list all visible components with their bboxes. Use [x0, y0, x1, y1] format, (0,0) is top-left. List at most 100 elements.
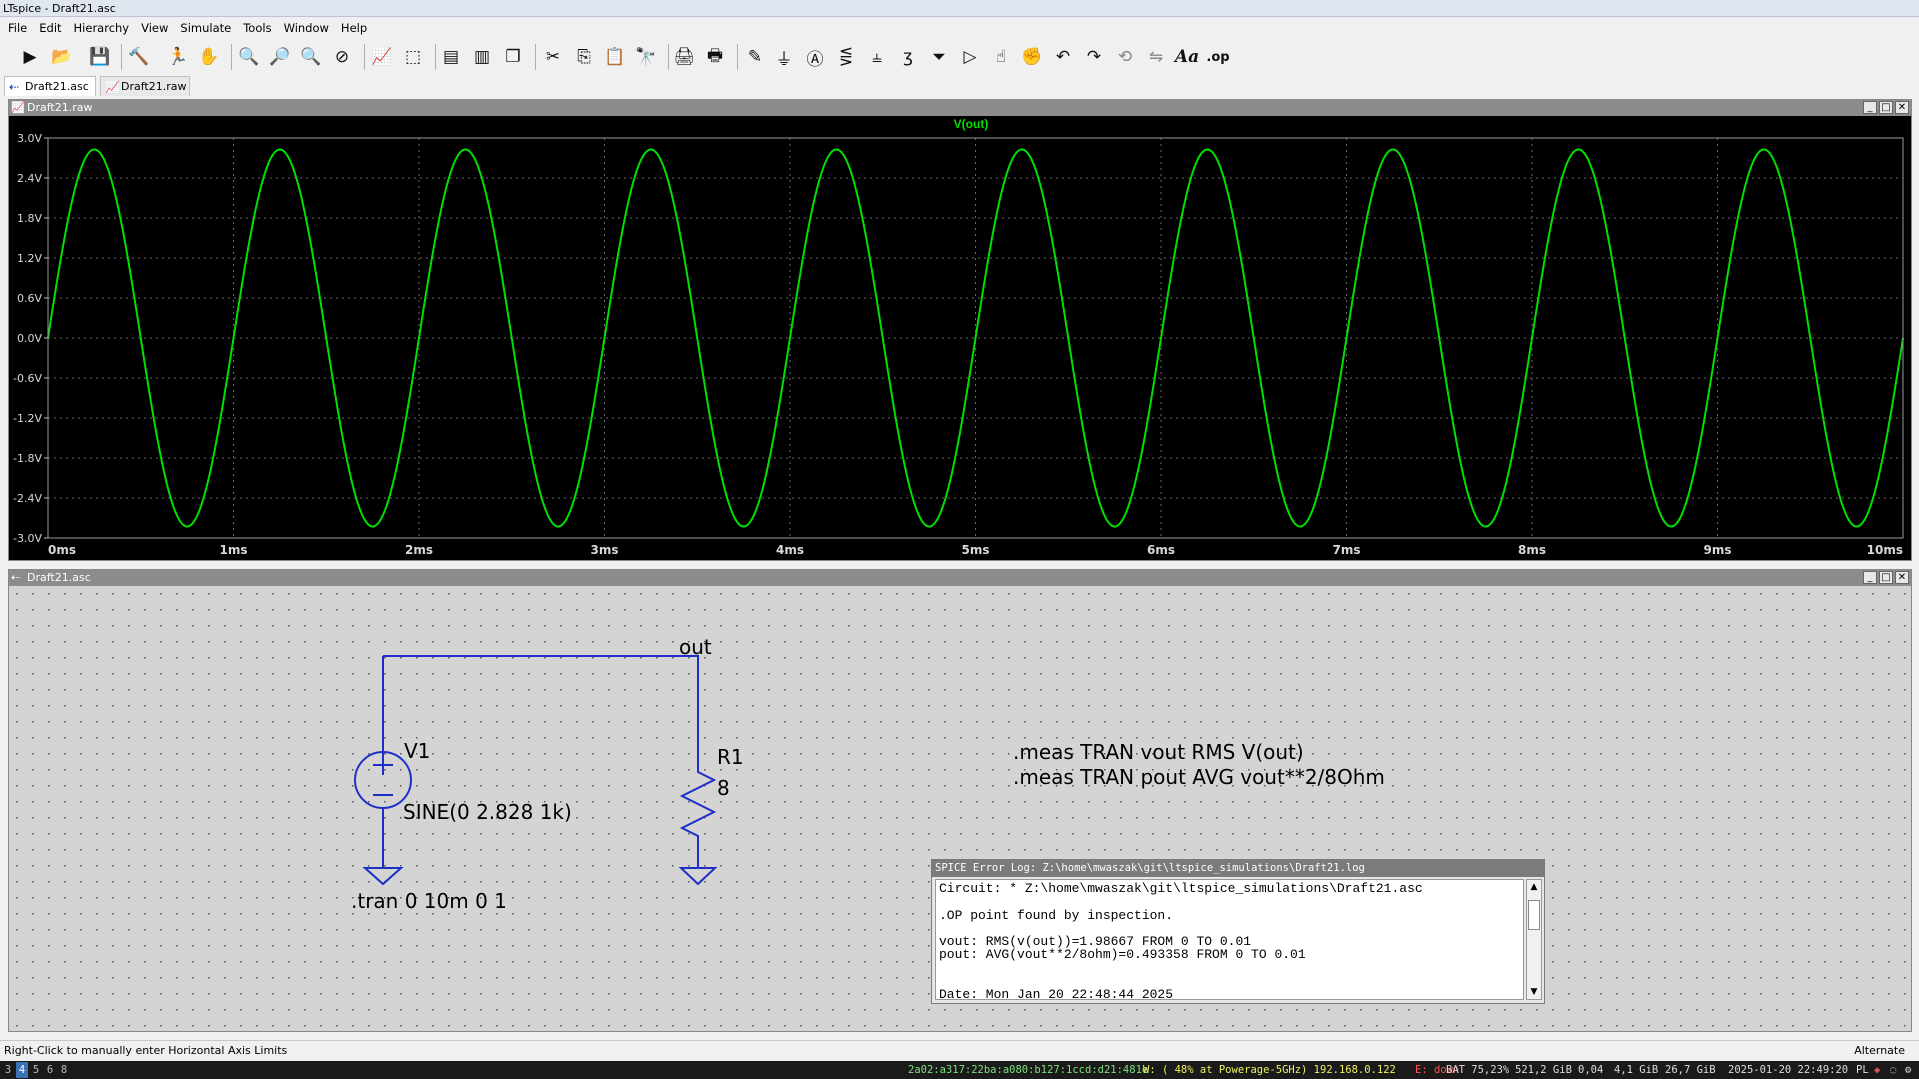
- x-tick-label[interactable]: 1ms: [220, 543, 248, 557]
- mirror-icon[interactable]: ⇋: [1143, 44, 1169, 70]
- text-icon[interactable]: Aa: [1174, 44, 1200, 70]
- y-tick-label[interactable]: -1.2V: [13, 412, 42, 425]
- workspace-button-active[interactable]: 4: [16, 1062, 28, 1078]
- print-icon[interactable]: 🖶: [702, 44, 728, 70]
- y-tick-label[interactable]: 0.0V: [17, 332, 42, 345]
- meas-directive-pout[interactable]: .meas TRAN pout AVG vout**2/8Ohm: [1013, 765, 1385, 789]
- x-tick-label[interactable]: 10ms: [1867, 543, 1903, 557]
- x-tick-label[interactable]: 2ms: [405, 543, 433, 557]
- workspace-button[interactable]: 3: [2, 1062, 14, 1078]
- net-label-out[interactable]: out: [679, 635, 712, 659]
- wire-icon[interactable]: ✎: [742, 44, 768, 70]
- v1-name[interactable]: V1: [404, 739, 430, 763]
- maximize-button[interactable]: □: [1879, 571, 1893, 584]
- workspace-button[interactable]: 8: [58, 1062, 70, 1078]
- waveform-window-title-bar[interactable]: 📈 Draft21.raw _ □ ✕: [9, 100, 1911, 116]
- open-icon[interactable]: 📂: [49, 44, 75, 70]
- menu-edit[interactable]: Edit: [33, 18, 67, 38]
- zoom-fit-icon[interactable]: ⊘: [329, 44, 355, 70]
- minimize-button[interactable]: _: [1863, 571, 1877, 584]
- workspace-button[interactable]: 6: [44, 1062, 56, 1078]
- v1-value[interactable]: SINE(0 2.828 1k): [403, 800, 572, 824]
- scroll-down-icon[interactable]: ▼: [1527, 985, 1541, 999]
- paste-icon[interactable]: 📋: [602, 44, 628, 70]
- menu-simulate[interactable]: Simulate: [174, 18, 237, 38]
- y-tick-label[interactable]: 2.4V: [17, 172, 42, 185]
- print-preview-icon[interactable]: 🖨: [671, 44, 697, 70]
- r1-name[interactable]: R1: [717, 745, 744, 769]
- y-tick-label[interactable]: -2.4V: [13, 492, 42, 505]
- schematic-window-title-bar[interactable]: ⇠ Draft21.asc _ □ ✕: [9, 570, 1911, 586]
- r1-value[interactable]: 8: [717, 776, 730, 800]
- cut-icon[interactable]: ✂: [540, 44, 566, 70]
- error-log-title[interactable]: SPICE Error Log: Z:\home\mwaszak\git\lts…: [932, 860, 1544, 877]
- x-tick-label[interactable]: 0ms: [48, 543, 76, 557]
- resistor-icon[interactable]: ⋚: [833, 44, 859, 70]
- find-icon[interactable]: 🔭: [633, 44, 659, 70]
- redo-icon[interactable]: ↷: [1081, 44, 1107, 70]
- scroll-up-icon[interactable]: ▲: [1527, 880, 1541, 894]
- menu-view[interactable]: View: [135, 18, 174, 38]
- minimize-button[interactable]: _: [1863, 101, 1877, 114]
- rotate-icon[interactable]: ⟲: [1112, 44, 1138, 70]
- spice-error-log[interactable]: SPICE Error Log: Z:\home\mwaszak\git\lts…: [931, 859, 1545, 1004]
- y-tick-label[interactable]: -1.8V: [13, 452, 42, 465]
- close-button[interactable]: ✕: [1895, 101, 1909, 114]
- x-tick-label[interactable]: 9ms: [1704, 543, 1732, 557]
- cascade-icon[interactable]: ❐: [500, 44, 526, 70]
- inductor-icon[interactable]: ʒ: [895, 44, 921, 70]
- tran-directive[interactable]: .tran 0 10m 0 1: [351, 889, 507, 913]
- network-icon[interactable]: ◌: [1890, 1061, 1896, 1079]
- waveform-plot[interactable]: V(out) 3.0V 2.4V 1.8V 1.2V 0.6V 0.0V -0.6V -1.2…: [9, 116, 1911, 560]
- tile-horizontal-icon[interactable]: ▤: [438, 44, 464, 70]
- y-tick-label[interactable]: 0.6V: [17, 292, 42, 305]
- menu-file[interactable]: File: [0, 18, 33, 38]
- capacitor-icon[interactable]: ⫨: [864, 44, 890, 70]
- y-tick-label[interactable]: 1.8V: [17, 212, 42, 225]
- workspace-button[interactable]: 5: [30, 1062, 42, 1078]
- zoom-area-icon[interactable]: 🔎: [267, 44, 293, 70]
- x-tick-label[interactable]: 7ms: [1333, 543, 1361, 557]
- save-icon[interactable]: 💾: [87, 44, 113, 70]
- halt-icon[interactable]: 🏃: [165, 44, 191, 70]
- x-tick-label[interactable]: 4ms: [776, 543, 804, 557]
- y-tick-label[interactable]: -0.6V: [13, 372, 42, 385]
- pan-icon[interactable]: ✋: [196, 44, 222, 70]
- spice-directive-icon[interactable]: .op: [1205, 44, 1231, 70]
- tab-waveform[interactable]: 📈 Draft21.raw: [100, 76, 190, 96]
- component-icon[interactable]: ▷: [957, 44, 983, 70]
- y-tick-label[interactable]: 3.0V: [17, 132, 42, 145]
- tab-schematic[interactable]: ⇠ Draft21.asc: [4, 76, 96, 96]
- copy-icon[interactable]: ⎘: [571, 44, 597, 70]
- control-panel-icon[interactable]: 🔨: [126, 44, 152, 70]
- keyboard-layout[interactable]: PL: [1856, 1061, 1869, 1079]
- maximize-button[interactable]: □: [1879, 101, 1893, 114]
- menu-window[interactable]: Window: [278, 18, 335, 38]
- error-log-text[interactable]: Circuit: * Z:\home\mwaszak\git\ltspice_s…: [935, 879, 1524, 1000]
- tile-vertical-icon[interactable]: ▥: [469, 44, 495, 70]
- ground-icon[interactable]: ⏚: [771, 44, 797, 70]
- trace-label[interactable]: V(out): [954, 117, 989, 131]
- y-tick-label[interactable]: -3.0V: [13, 532, 42, 545]
- zoom-out-icon[interactable]: 🔍: [298, 44, 324, 70]
- menu-hierarchy[interactable]: Hierarchy: [68, 18, 136, 38]
- label-icon[interactable]: Ⓐ: [802, 44, 828, 70]
- move-icon[interactable]: ☝: [988, 44, 1014, 70]
- menu-help[interactable]: Help: [335, 18, 373, 38]
- shield-icon[interactable]: ◈: [1874, 1061, 1880, 1079]
- close-button[interactable]: ✕: [1895, 571, 1909, 584]
- settings-icon[interactable]: ⚙: [1905, 1061, 1911, 1079]
- zoom-in-icon[interactable]: 🔍: [236, 44, 262, 70]
- x-tick-label[interactable]: 8ms: [1518, 543, 1546, 557]
- meas-directive-vout[interactable]: .meas TRAN vout RMS V(out): [1013, 740, 1304, 764]
- x-tick-label[interactable]: 6ms: [1147, 543, 1175, 557]
- error-log-scrollbar[interactable]: ▲ ▼: [1526, 879, 1542, 1000]
- x-tick-label[interactable]: 3ms: [591, 543, 619, 557]
- scroll-thumb[interactable]: [1528, 900, 1540, 930]
- drag-icon[interactable]: ✊: [1019, 44, 1045, 70]
- diode-icon[interactable]: ⏷: [926, 44, 952, 70]
- y-tick-label[interactable]: 1.2V: [17, 252, 42, 265]
- undo-icon[interactable]: ↶: [1050, 44, 1076, 70]
- x-tick-label[interactable]: 5ms: [962, 543, 990, 557]
- autorange-icon[interactable]: 📈: [369, 44, 395, 70]
